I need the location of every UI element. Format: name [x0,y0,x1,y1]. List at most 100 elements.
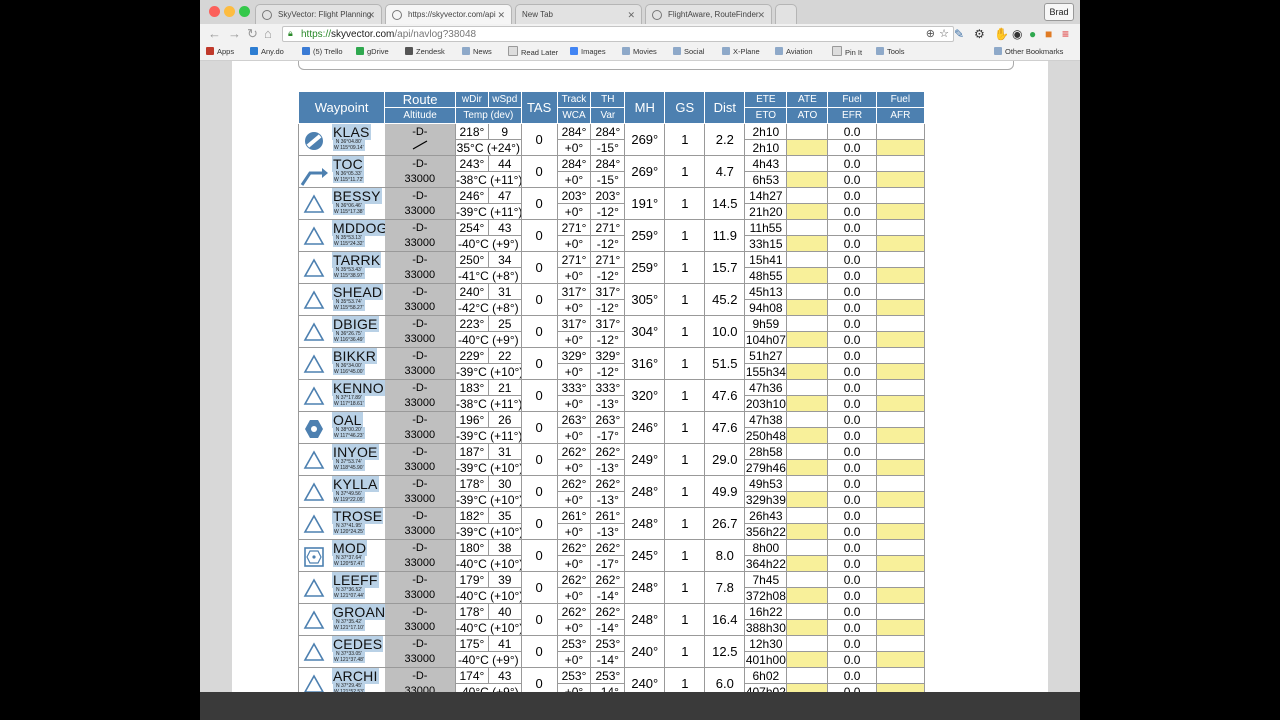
bookmark-pin-it[interactable]: Pin It [832,46,862,59]
waypoint-cell[interactable]: INYOE N 37°53.74' W 118°45.90' [297,443,385,476]
ate-input[interactable] [786,187,829,204]
bookmark-apps[interactable]: Apps [206,46,234,58]
eyedropper-extension-icon[interactable]: ✎ [954,27,964,41]
reload-icon[interactable]: ↻ [247,26,258,42]
ate-input[interactable] [786,475,829,492]
waypoint-cell[interactable]: TOC N 36°05.33' W 115°11.72' [297,155,385,188]
close-tab-icon[interactable]: ✕ [497,5,505,24]
fuel-actual-input[interactable] [875,315,926,332]
afr-input[interactable] [875,651,926,668]
ate-input[interactable] [786,539,829,556]
ato-input[interactable] [786,651,829,668]
afr-input[interactable] [875,683,926,692]
waypoint-cell[interactable]: TROSE N 37°41.95' W 120°24.25' [297,507,385,540]
ato-input[interactable] [786,395,829,412]
instapaper-extension-icon[interactable]: ◉ [1012,27,1022,41]
fuel-actual-input[interactable] [875,411,926,428]
fuel-actual-input[interactable] [875,603,926,620]
bookmark-zendesk[interactable]: Zendesk [405,46,445,58]
afr-input[interactable] [875,363,926,380]
afr-input[interactable] [875,203,926,220]
waypoint-cell[interactable]: KENNO N 37°17.89' W 117°18.61' [297,379,385,412]
fuel-actual-input[interactable] [875,635,926,652]
ate-input[interactable] [786,635,829,652]
bookmark-social[interactable]: Social [673,46,704,58]
afr-input[interactable] [875,331,926,348]
fuel-actual-input[interactable] [875,507,926,524]
waypoint-cell[interactable]: GROAN N 37°35.42' W 121°17.10' [297,603,385,636]
afr-input[interactable] [875,555,926,572]
ato-input[interactable] [786,683,829,692]
close-tab-icon[interactable]: ✕ [367,5,375,24]
ate-input[interactable] [786,155,829,172]
tab-skyvector-api[interactable]: https://skyvector.com/api ✕ [385,4,512,24]
bookmark-other[interactable]: Other Bookmarks [994,46,1063,58]
bookmark-trello[interactable]: (5) Trello [302,46,343,58]
fuel-actual-input[interactable] [875,443,926,460]
home-icon[interactable]: ⌂ [264,26,272,42]
evernote-extension-icon[interactable]: ✋ [994,27,1009,41]
waypoint-cell[interactable]: OAL N 38°00.20' W 117°46.23' [297,411,385,444]
forward-arrow-icon[interactable]: → [228,26,241,42]
ate-input[interactable] [786,251,829,268]
waypoint-cell[interactable]: MOD N 37°37.64' W 120°57.47' [297,539,385,572]
waypoint-cell[interactable]: BIKKR N 36°34.00' W 116°45.00' [297,347,385,380]
analytics-extension-icon[interactable]: ■ [1045,27,1052,41]
fuel-actual-input[interactable] [875,187,926,204]
zoom-icon[interactable]: ⊕ [926,27,935,40]
bookmark-gdrive[interactable]: gDrive [356,46,389,58]
bookmark-movies[interactable]: Movies [622,46,657,58]
waypoint-cell[interactable]: DBIGE N 36°26.75' W 116°36.49' [297,315,385,348]
waypoint-cell[interactable]: KLAS N 36°04.80' W 115°09.14' [297,123,385,156]
waypoint-cell[interactable]: KYLLA N 37°49.56' W 119°22.09' [297,475,385,508]
ato-input[interactable] [786,331,829,348]
afr-input[interactable] [875,139,926,156]
back-arrow-icon[interactable]: ← [208,26,221,42]
waypoint-cell[interactable]: BESSY N 36°06.46' W 115°17.38' [297,187,385,220]
bookmark-tools[interactable]: Tools [876,46,905,58]
afr-input[interactable] [875,459,926,476]
ato-input[interactable] [786,299,829,316]
ato-input[interactable] [786,267,829,284]
ato-input[interactable] [786,491,829,508]
waypoint-cell[interactable]: LEEFF N 37°36.52' W 121°07.44' [297,571,385,604]
fuel-actual-input[interactable] [875,539,926,556]
ate-input[interactable] [786,123,829,140]
fuel-actual-input[interactable] [875,283,926,300]
afr-input[interactable] [875,267,926,284]
tab-flightaware[interactable]: FlightAware, RouteFinder ✕ [645,4,772,24]
zoom-window-icon[interactable] [239,6,250,17]
ato-input[interactable] [786,459,829,476]
ate-input[interactable] [786,219,829,236]
profile-button[interactable]: Brad [1044,3,1074,21]
bookmark-news[interactable]: News [462,46,492,58]
afr-input[interactable] [875,491,926,508]
fuel-actual-input[interactable] [875,571,926,588]
ate-input[interactable] [786,411,829,428]
bookmark-star-icon[interactable]: ☆ [939,27,949,40]
waypoint-cell[interactable]: ARCHI N 37°29.45' W 121°52.53' [297,667,385,692]
ato-input[interactable] [786,619,829,636]
tab-skyvector[interactable]: SkyVector: Flight Planning ✕ [255,4,382,24]
waypoint-cell[interactable]: CEDES N 37°33.05' W 121°37.48' [297,635,385,668]
ate-input[interactable] [786,507,829,524]
new-tab-button[interactable] [775,4,797,24]
bookmark-aviation[interactable]: Aviation [775,46,813,58]
ate-input[interactable] [786,443,829,460]
close-tab-icon[interactable]: ✕ [627,5,635,24]
ate-input[interactable] [786,347,829,364]
ato-input[interactable] [786,587,829,604]
waypoint-cell[interactable]: SHEAD N 35°53.74' W 115°58.27' [297,283,385,316]
afr-input[interactable] [875,395,926,412]
close-tab-icon[interactable]: ✕ [757,5,765,24]
bookmark-xplane[interactable]: X-Plane [722,46,760,58]
fuel-actual-input[interactable] [875,219,926,236]
afr-input[interactable] [875,235,926,252]
ato-input[interactable] [786,363,829,380]
minimize-window-icon[interactable] [224,6,235,17]
ato-input[interactable] [786,235,829,252]
pin-extension-icon[interactable]: ● [1029,27,1036,41]
address-bar[interactable]: 🔒︎ https://skyvector.com/api/navlog?3804… [282,26,954,42]
ato-input[interactable] [786,203,829,220]
ato-input[interactable] [786,427,829,444]
